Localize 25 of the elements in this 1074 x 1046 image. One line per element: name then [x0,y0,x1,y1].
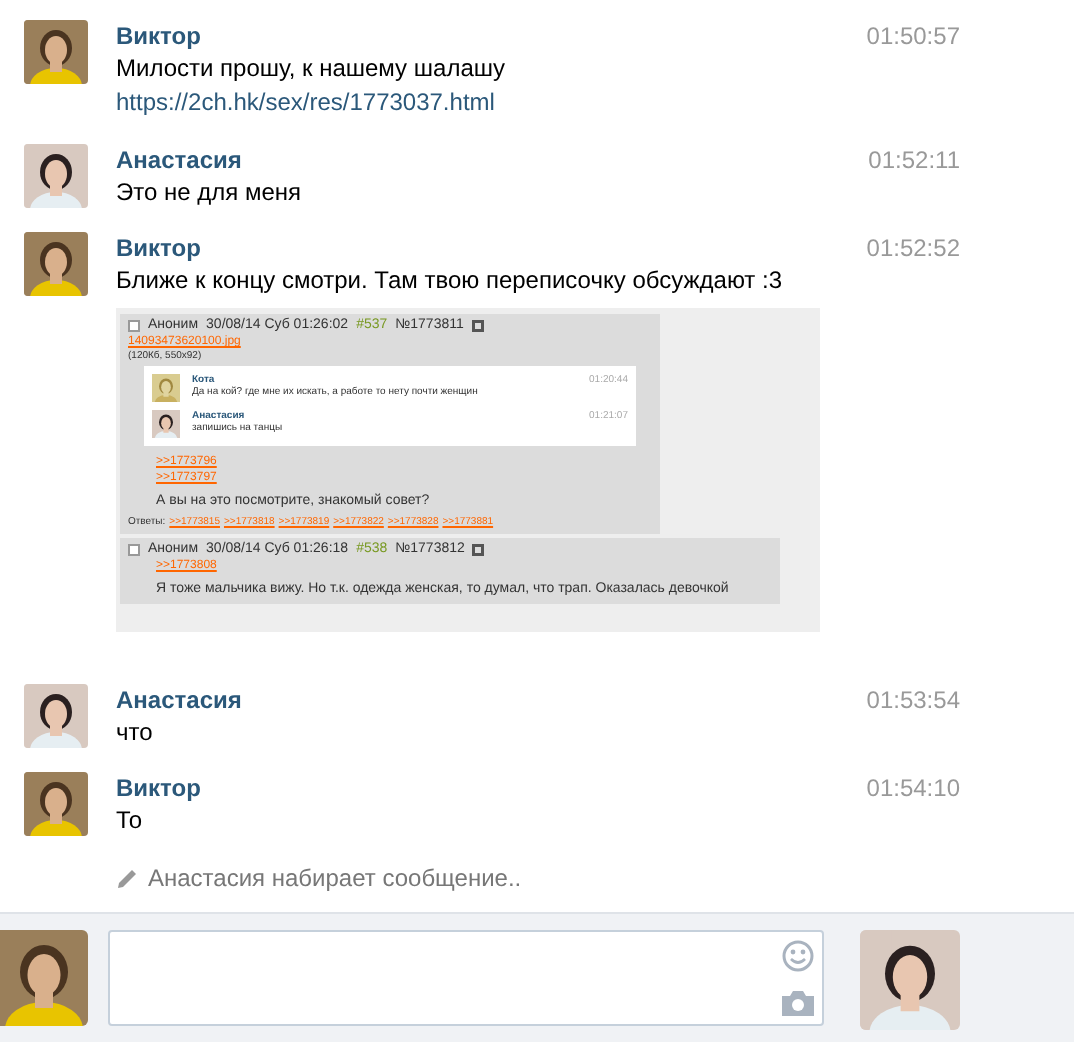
message-time: 01:50:57 [866,20,960,52]
author-name[interactable]: Анастасия [116,684,242,716]
message-text: То [116,804,145,836]
checkbox[interactable] [128,544,140,556]
expand-icon[interactable] [471,320,484,332]
checkbox[interactable] [128,320,140,332]
message-text: что [116,716,155,748]
author-name[interactable]: Виктор [116,232,201,264]
message-text: Ближе к концу смотри. Там твою переписочку обсуждают :3 [116,264,785,296]
expand-icon[interactable] [472,544,485,556]
typing-status: Анастасия набирает сообщение.. [148,862,522,896]
message-time: 01:52:11 [868,144,960,176]
author-name[interactable]: Анастасия [116,144,242,176]
message-link[interactable]: https://2ch.hk/sex/res/1773037.html [116,86,495,118]
author-name[interactable]: Виктор [116,772,201,804]
message-field[interactable] [108,930,824,1026]
smiley-icon[interactable] [782,940,814,972]
message-time: 01:54:10 [866,772,960,804]
message-text: Это не для меня [116,176,304,208]
camera-icon[interactable] [782,990,814,1016]
message-text: Милости прошу, к нашему шалашу [116,52,507,84]
message-time: 01:52:52 [866,232,960,264]
pencil-icon [116,867,138,889]
message-time: 01:53:54 [866,684,960,716]
author-name[interactable]: Виктор [116,20,201,52]
